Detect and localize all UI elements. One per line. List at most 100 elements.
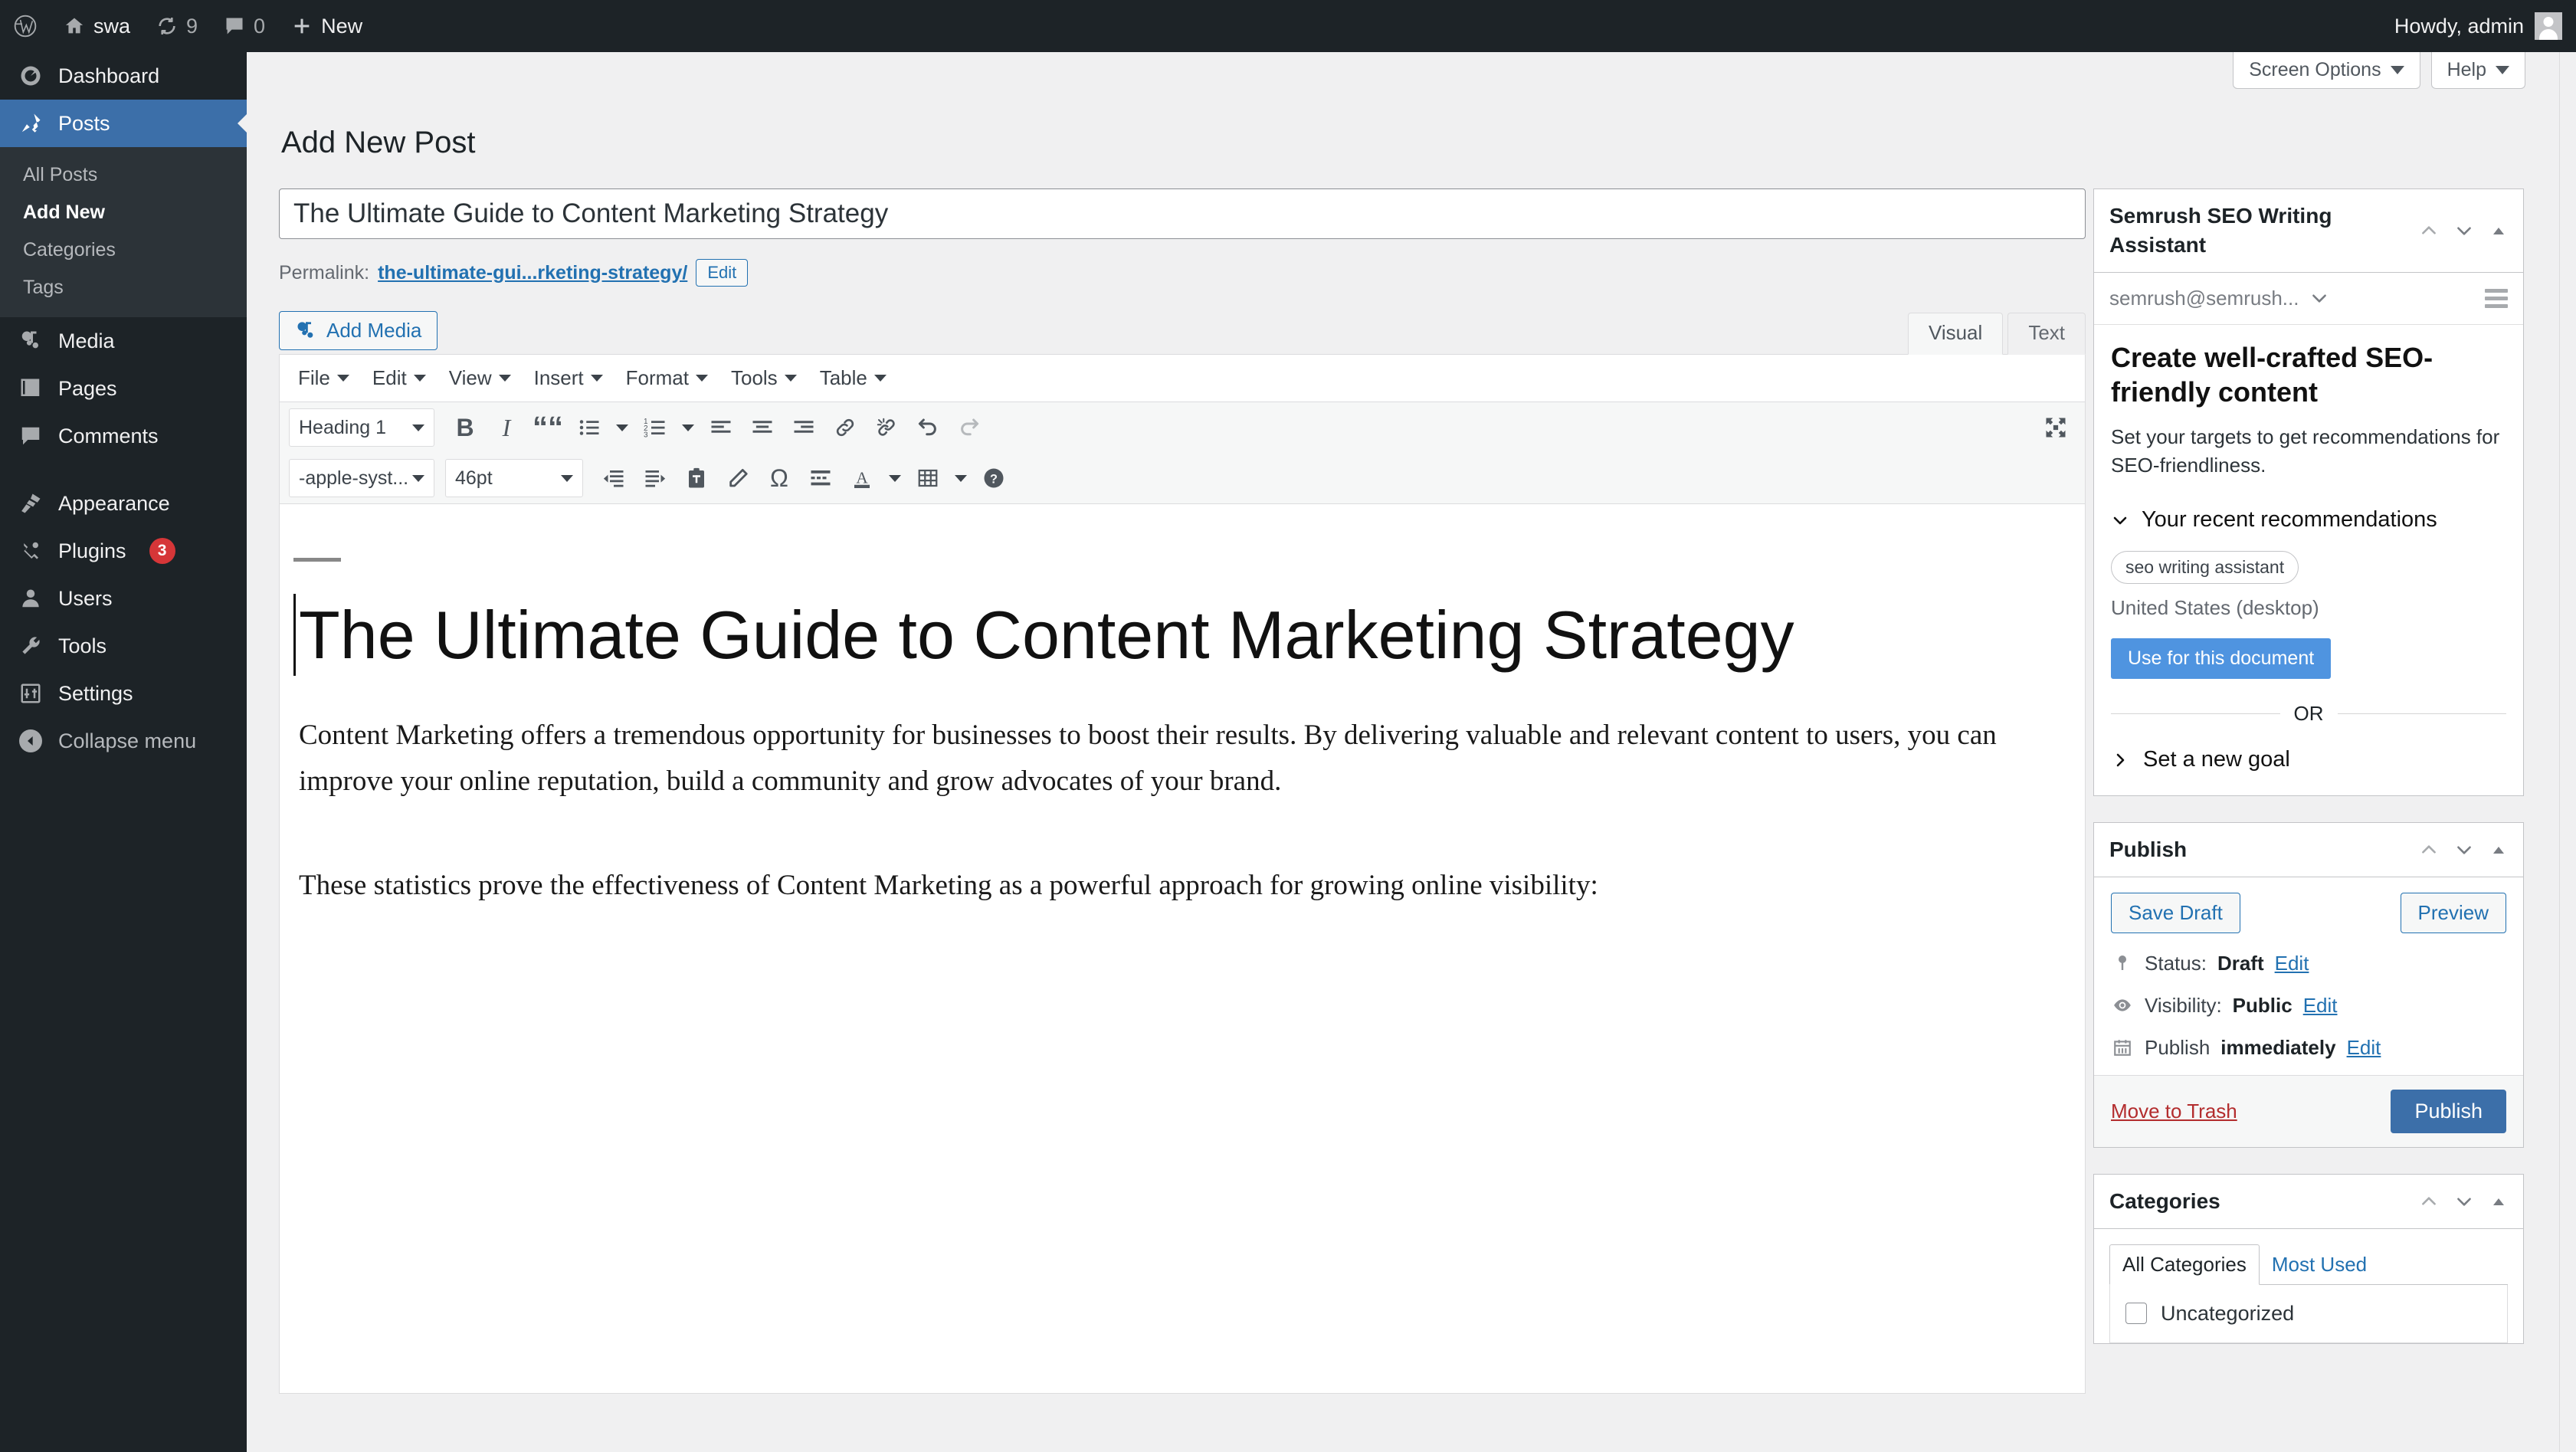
text-color-caret-icon[interactable] bbox=[883, 458, 906, 498]
sidebar-item-dashboard[interactable]: Dashboard bbox=[0, 52, 247, 100]
categories-panel-header: Categories bbox=[2094, 1175, 2523, 1229]
align-left-icon[interactable] bbox=[701, 408, 741, 447]
unlink-icon[interactable] bbox=[867, 408, 906, 447]
move-down-icon[interactable] bbox=[2454, 840, 2474, 860]
numbered-list-icon[interactable]: 1 2 3 bbox=[635, 408, 675, 447]
move-down-icon[interactable] bbox=[2454, 1191, 2474, 1211]
sidebar-item-categories[interactable]: Categories bbox=[0, 231, 247, 269]
move-to-trash-link[interactable]: Move to Trash bbox=[2111, 1100, 2237, 1123]
clear-formatting-icon[interactable] bbox=[718, 458, 758, 498]
publish-button[interactable]: Publish bbox=[2391, 1089, 2506, 1133]
permalink-slug-link[interactable]: the-ultimate-gui...rketing-strategy/ bbox=[378, 262, 687, 284]
sidebar-item-settings[interactable]: Settings bbox=[0, 670, 247, 717]
post-title-field[interactable] bbox=[279, 188, 2086, 239]
list-item[interactable]: Uncategorized bbox=[2125, 1302, 2492, 1326]
save-draft-button[interactable]: Save Draft bbox=[2111, 892, 2240, 933]
align-right-icon[interactable] bbox=[784, 408, 824, 447]
edit-visibility-link[interactable]: Edit bbox=[2303, 994, 2338, 1018]
menu-file[interactable]: File bbox=[289, 362, 359, 395]
preview-button[interactable]: Preview bbox=[2400, 892, 2506, 933]
toggle-panel-icon[interactable] bbox=[2489, 1192, 2508, 1211]
account-menu[interactable]: Howdy, admin bbox=[2394, 12, 2576, 40]
content-paragraph-1[interactable]: Content Marketing offers a tremendous op… bbox=[293, 713, 2039, 805]
new-content-button[interactable]: New bbox=[278, 0, 375, 52]
swa-menu-icon[interactable] bbox=[2485, 285, 2508, 312]
sidebar-item-plugins[interactable]: Plugins 3 bbox=[0, 527, 247, 575]
use-for-this-document-button[interactable]: Use for this document bbox=[2111, 638, 2332, 680]
page-scrollbar[interactable] bbox=[2559, 52, 2576, 1452]
editor-content-area[interactable]: The Ultimate Guide to Content Marketing … bbox=[280, 504, 2085, 1393]
sidebar-item-all-posts[interactable]: All Posts bbox=[0, 156, 247, 194]
help-button[interactable]: Help bbox=[2430, 52, 2525, 89]
font-family-select[interactable]: -apple-syst... bbox=[289, 459, 434, 497]
menu-edit[interactable]: Edit bbox=[363, 362, 435, 395]
menu-view[interactable]: View bbox=[440, 362, 520, 395]
menu-table[interactable]: Table bbox=[811, 362, 896, 395]
sidebar-item-users[interactable]: Users bbox=[0, 575, 247, 622]
tab-all-categories[interactable]: All Categories bbox=[2109, 1244, 2260, 1285]
outdent-icon[interactable] bbox=[594, 458, 634, 498]
blockquote-icon[interactable]: ““ bbox=[528, 408, 568, 447]
move-up-icon[interactable] bbox=[2419, 1191, 2439, 1211]
tab-visual[interactable]: Visual bbox=[1907, 313, 2004, 355]
sidebar-item-tools[interactable]: Tools bbox=[0, 622, 247, 670]
keyboard-shortcuts-icon[interactable]: ? bbox=[974, 458, 1014, 498]
screen-options-button[interactable]: Screen Options bbox=[2233, 52, 2420, 89]
content-paragraph-2[interactable]: These statistics prove the effectiveness… bbox=[293, 863, 2039, 909]
redo-icon[interactable] bbox=[949, 408, 989, 447]
block-format-select[interactable]: Heading 1 bbox=[289, 408, 434, 447]
wordpress-logo-button[interactable] bbox=[0, 0, 51, 52]
align-center-icon[interactable] bbox=[742, 408, 782, 447]
post-title-input[interactable] bbox=[293, 198, 2071, 229]
special-character-icon[interactable]: Ω bbox=[759, 458, 799, 498]
edit-status-link[interactable]: Edit bbox=[2275, 952, 2309, 975]
bulleted-list-caret-icon[interactable] bbox=[611, 408, 634, 447]
tab-most-used[interactable]: Most Used bbox=[2260, 1245, 2379, 1284]
table-icon[interactable] bbox=[908, 458, 948, 498]
font-size-select[interactable]: 46pt bbox=[445, 459, 583, 497]
swa-keyword-pill[interactable]: seo writing assistant bbox=[2111, 551, 2299, 585]
numbered-list-caret-icon[interactable] bbox=[677, 408, 700, 447]
menu-tools[interactable]: Tools bbox=[722, 362, 806, 395]
bulleted-list-icon[interactable] bbox=[569, 408, 609, 447]
insert-link-icon[interactable] bbox=[825, 408, 865, 447]
swa-recent-recommendations-toggle[interactable]: Your recent recommendations bbox=[2111, 507, 2506, 533]
comments-button[interactable]: 0 bbox=[211, 0, 278, 52]
sidebar-item-add-new[interactable]: Add New bbox=[0, 194, 247, 231]
paste-as-text-icon[interactable] bbox=[677, 458, 716, 498]
text-color-icon[interactable]: A bbox=[842, 458, 882, 498]
table-caret-icon[interactable] bbox=[949, 458, 972, 498]
sidebar-item-media[interactable]: Media bbox=[0, 317, 247, 365]
content-heading[interactable]: The Ultimate Guide to Content Marketing … bbox=[293, 594, 2039, 677]
fullscreen-icon[interactable] bbox=[2036, 408, 2076, 447]
undo-icon[interactable] bbox=[908, 408, 948, 447]
collapse-menu-button[interactable]: Collapse menu bbox=[0, 717, 247, 765]
edit-schedule-link[interactable]: Edit bbox=[2347, 1036, 2381, 1060]
menu-format[interactable]: Format bbox=[617, 362, 717, 395]
italic-icon[interactable]: I bbox=[487, 408, 526, 447]
bold-icon[interactable]: B bbox=[445, 408, 485, 447]
move-down-icon[interactable] bbox=[2454, 221, 2474, 241]
tab-text[interactable]: Text bbox=[2007, 313, 2086, 355]
edit-permalink-button[interactable]: Edit bbox=[696, 259, 749, 287]
svg-text:A: A bbox=[856, 468, 868, 487]
sidebar-item-pages[interactable]: Pages bbox=[0, 365, 247, 412]
updates-button[interactable]: 9 bbox=[143, 0, 211, 52]
toggle-panel-icon[interactable] bbox=[2489, 221, 2508, 240]
sidebar-item-posts[interactable]: Posts bbox=[0, 100, 247, 147]
swa-account-select[interactable]: semrush@semrush... bbox=[2109, 287, 2329, 310]
categories-panel: Categories All Categories Most Used Unca… bbox=[2093, 1173, 2524, 1344]
add-media-button[interactable]: Add Media bbox=[279, 311, 438, 350]
indent-icon[interactable] bbox=[635, 458, 675, 498]
toggle-panel-icon[interactable] bbox=[2489, 841, 2508, 859]
move-up-icon[interactable] bbox=[2419, 221, 2439, 241]
move-up-icon[interactable] bbox=[2419, 840, 2439, 860]
menu-insert[interactable]: Insert bbox=[525, 362, 612, 395]
horizontal-line-icon[interactable] bbox=[801, 458, 841, 498]
category-checkbox[interactable] bbox=[2125, 1303, 2147, 1325]
sidebar-item-tags[interactable]: Tags bbox=[0, 269, 247, 306]
set-a-new-goal-toggle[interactable]: Set a new goal bbox=[2111, 747, 2506, 772]
sidebar-item-comments[interactable]: Comments bbox=[0, 412, 247, 460]
sidebar-item-appearance[interactable]: Appearance bbox=[0, 480, 247, 527]
site-name-button[interactable]: swa bbox=[51, 0, 143, 52]
